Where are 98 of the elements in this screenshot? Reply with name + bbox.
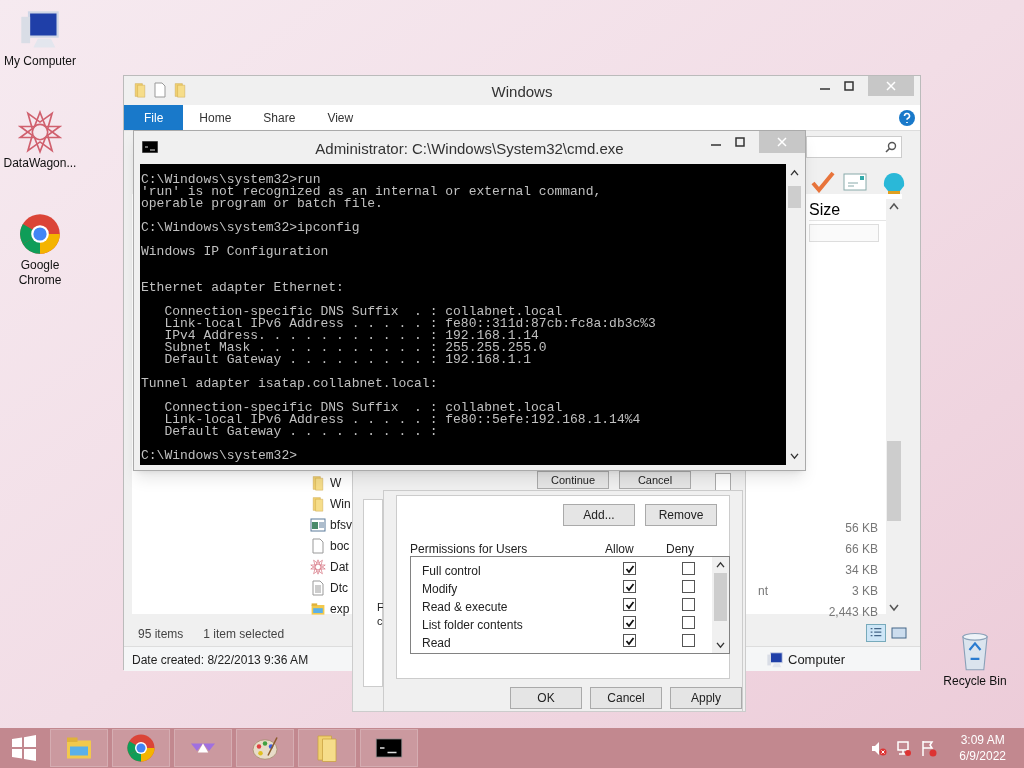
file-name[interactable]: boc [330, 537, 350, 555]
scroll-up-icon [889, 202, 899, 210]
folder-icon [172, 82, 188, 98]
label-text: c [377, 614, 383, 629]
checkbox[interactable] [682, 598, 695, 611]
location-label: Computer [788, 651, 846, 669]
scroll-up-icon [790, 169, 799, 176]
envelope-icon [843, 173, 867, 191]
document-icon [152, 82, 168, 98]
permission-name: List folder contents [422, 617, 523, 634]
checkbox[interactable] [623, 634, 636, 647]
file-name[interactable]: bfsv [330, 516, 352, 534]
desktop-icon-label[interactable]: My Computer [0, 54, 80, 69]
column-heading: Allow [605, 541, 634, 558]
windows-logo-icon [11, 735, 37, 761]
window-title: Administrator: C:\Windows\System32\cmd.exe [315, 139, 624, 159]
file-name[interactable]: Dtc [330, 579, 348, 597]
shell-icon [881, 171, 907, 195]
checkbox[interactable] [682, 634, 695, 647]
file-name[interactable]: Win [330, 495, 351, 513]
window-icon [310, 517, 326, 533]
permission-name: Read [422, 635, 451, 652]
chrome-icon [18, 212, 62, 256]
scroll-down-icon [716, 642, 725, 649]
checkbox[interactable] [682, 616, 695, 629]
scroll-down-icon [790, 453, 799, 460]
file-name[interactable]: exp [330, 600, 350, 618]
text-document-icon [310, 580, 326, 596]
file-size: 34 KB [845, 562, 878, 579]
scroll-thumb[interactable] [788, 186, 801, 208]
desktop-icon-label[interactable]: Recycle Bin [935, 674, 1015, 689]
desktop-icon-label[interactable]: Google Chrome [0, 258, 80, 288]
ribbon-tab[interactable]: View [311, 105, 370, 130]
checkbox[interactable] [682, 562, 695, 575]
scroll-thumb[interactable] [714, 573, 727, 621]
checkbox[interactable] [623, 616, 636, 629]
ribbon-tab[interactable]: Home [183, 105, 248, 130]
help-icon [898, 108, 916, 127]
file-size: 66 KB [845, 541, 878, 558]
folder-icon [310, 475, 326, 491]
close-icon [886, 81, 896, 91]
taskbar-app-button[interactable] [360, 729, 418, 767]
star-pattern-icon [18, 110, 62, 154]
permission-name: Read & execute [422, 599, 508, 616]
file-explorer-icon [310, 601, 326, 617]
checkmark-icon [811, 171, 835, 193]
window-title: Windows [491, 82, 553, 102]
details-view-icon [866, 624, 886, 642]
flag-icon [920, 739, 938, 757]
filter-field[interactable] [809, 224, 879, 242]
scroll-thumb[interactable] [887, 441, 901, 521]
column-heading: Deny [666, 541, 694, 558]
item-count: 95 items [138, 626, 184, 643]
checkbox[interactable] [623, 580, 636, 593]
chrome-icon [126, 733, 156, 763]
folder-icon [310, 496, 326, 512]
scrollbar[interactable] [712, 557, 729, 653]
minimize-icon [820, 88, 830, 90]
ribbon-tab[interactable]: Share [247, 105, 312, 130]
search-icon [885, 141, 897, 153]
file-name[interactable]: Dat [330, 558, 349, 576]
thumbnail-view-icon [890, 624, 908, 642]
dialog-button[interactable]: OK [510, 687, 582, 709]
dialog-button[interactable]: Apply [670, 687, 742, 709]
checkbox[interactable] [682, 580, 695, 593]
search-field[interactable] [806, 136, 902, 158]
ribbon-tab[interactable]: File [124, 105, 184, 130]
checkbox[interactable] [623, 562, 636, 575]
scroll-up-icon [716, 561, 725, 568]
date-created: Date created: 8/22/2013 9:36 AM [132, 652, 309, 669]
maximize-icon [844, 81, 854, 91]
permission-name: Modify [422, 581, 458, 598]
file-name[interactable]: W [330, 474, 342, 492]
terminal-output: C:\Windows\system32>run 'run' is not recognized as an internal or external command, operable program or batch file. C:\Windows\system32>ipconfig Windows IP Configuration Ethernet adapter Ethernet: Connection-specific DNS Suffix . : collabnet.local Link-local IPv6 Address . . . . . : fe80::311d:87cb:fc8a:db3c%3 IPv4 Address. . . . . . . . . . . : 192.168.1.14 Subnet Mask . . . . . . . . . . . : 255.255.255.0 Default Gateway . . . . . . . . . : 192.168.1.1 Tunnel adapter isatap.collabnet.local: Connection-specific DNS Suffix . : collabnet.local Link-local IPv6 Address . . . . . : fe80::5efe:192.168.1.14%4 Default Gateway . . . . . . . . . : C:\Windows\system32> [141, 174, 656, 462]
label-text: F [377, 600, 384, 615]
star-pattern-icon [310, 559, 326, 575]
file-size: 2,443 KB [828, 604, 878, 621]
permission-name: Full control [422, 563, 481, 580]
file-size: 3 KB [852, 583, 878, 600]
dialog-button[interactable]: Remove [645, 504, 717, 526]
maximize-icon [735, 137, 745, 147]
desktop-icon-label[interactable]: DataWagon... [0, 156, 80, 171]
permissions-heading: Permissions for Users [410, 541, 528, 558]
dialog-button[interactable]: Cancel [590, 687, 662, 709]
network-icon [895, 739, 913, 757]
scroll-down-icon [889, 604, 899, 612]
terminal-icon [142, 141, 158, 153]
minimize-icon [711, 144, 721, 146]
dialog-button[interactable]: Continue [537, 471, 609, 489]
selection-count: 1 item selected [203, 626, 285, 643]
file-size: 56 KB [845, 520, 878, 537]
file-type: nt [758, 583, 768, 600]
folder-icon [132, 82, 148, 98]
close-icon [777, 137, 787, 147]
checkbox[interactable] [623, 598, 636, 611]
dialog-button[interactable]: Cancel [619, 471, 691, 489]
dialog-button[interactable]: Add... [563, 504, 635, 526]
document-icon [310, 538, 326, 554]
